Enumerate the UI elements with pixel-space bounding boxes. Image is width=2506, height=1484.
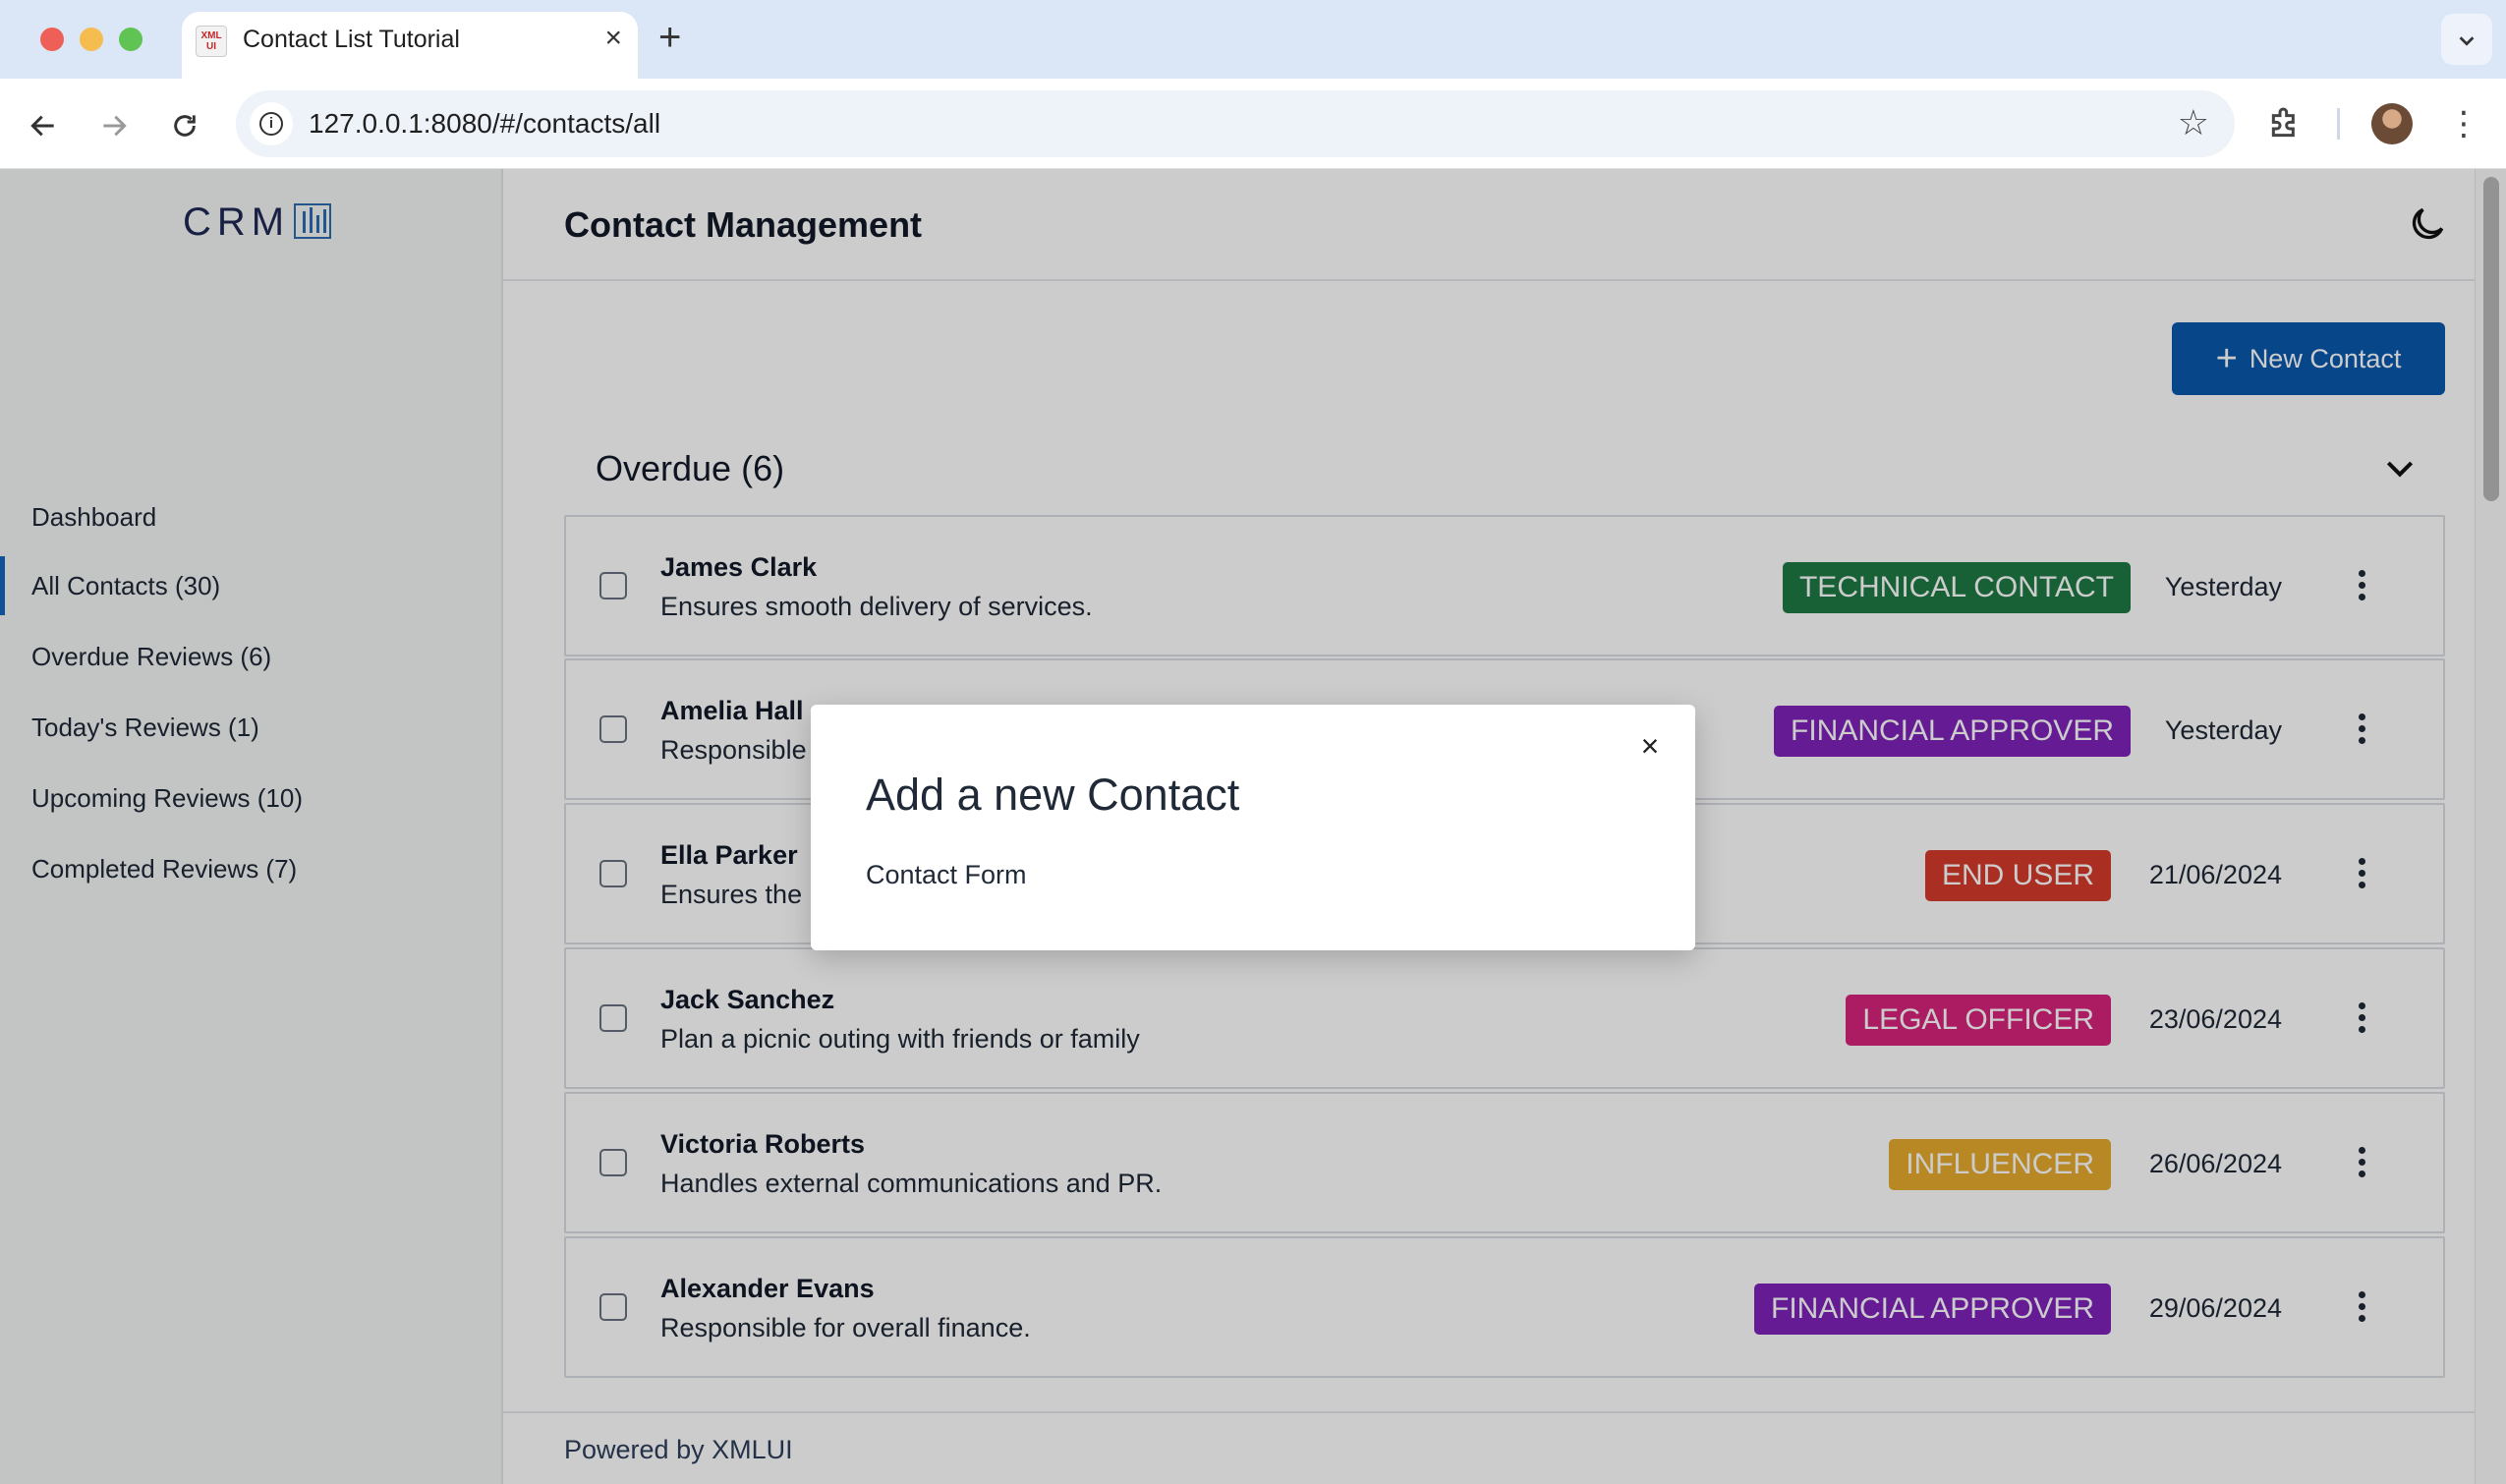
chevron-down-icon	[2459, 36, 2475, 46]
profile-avatar[interactable]	[2371, 103, 2413, 144]
tab-search-button[interactable]	[2441, 14, 2492, 65]
browser-tab[interactable]: XML UI Contact List Tutorial ×	[182, 12, 638, 79]
forward-button[interactable]	[90, 100, 138, 147]
tab-close-icon[interactable]: ×	[604, 22, 622, 55]
browser-menu-icon[interactable]: ⋮	[2447, 102, 2480, 145]
window-minimize-button[interactable]	[80, 28, 103, 51]
forward-arrow-icon	[103, 116, 127, 137]
url-text[interactable]: 127.0.0.1:8080/#/contacts/all	[309, 108, 660, 140]
puzzle-icon	[2271, 107, 2295, 138]
address-bar[interactable]: i 127.0.0.1:8080/#/contacts/all ☆	[236, 90, 2235, 157]
dialog-body: Contact Form	[866, 860, 1027, 889]
bookmark-star-icon[interactable]: ☆	[2178, 102, 2209, 143]
dialog-title: Add a new Contact	[866, 770, 1240, 820]
close-icon[interactable]: ×	[1634, 730, 1666, 762]
favicon-icon: XML UI	[196, 26, 227, 57]
app-root: CRM Dashboard All Contacts (30) Overdue …	[0, 169, 2506, 1484]
extensions-button[interactable]	[2265, 104, 2305, 143]
tab-title: Contact List Tutorial	[243, 26, 460, 53]
reload-icon	[174, 115, 196, 138]
back-button[interactable]	[20, 100, 67, 147]
back-arrow-icon	[30, 116, 54, 137]
window-close-button[interactable]	[40, 28, 64, 51]
site-info-icon[interactable]: i	[250, 102, 293, 145]
reload-button[interactable]	[161, 100, 208, 147]
browser-toolbar: i 127.0.0.1:8080/#/contacts/all ☆ ⋮	[0, 79, 2506, 169]
add-contact-dialog: × Add a new Contact Contact Form	[811, 705, 1695, 950]
toolbar-separator	[2337, 108, 2340, 140]
window-maximize-button[interactable]	[119, 28, 142, 51]
browser-tab-bar: XML UI Contact List Tutorial × +	[0, 0, 2506, 79]
new-tab-button[interactable]: +	[658, 16, 681, 60]
